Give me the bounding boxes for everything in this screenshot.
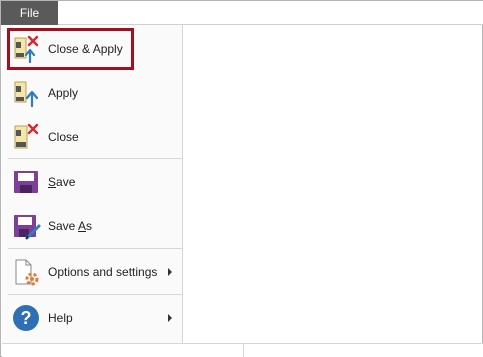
menu-item-save-as[interactable]: Save As bbox=[2, 205, 182, 247]
menu-item-save[interactable]: Save bbox=[2, 161, 182, 203]
close-label: Close bbox=[48, 130, 79, 144]
separator bbox=[8, 248, 182, 249]
svg-text:?: ? bbox=[21, 308, 32, 328]
save-as-label: Save As bbox=[48, 219, 92, 233]
options-settings-label: Options and settings bbox=[48, 265, 158, 279]
save-icon bbox=[14, 171, 38, 193]
menu-item-help[interactable]: ? Help bbox=[2, 297, 182, 339]
menu-item-options-settings[interactable]: Options and settings bbox=[2, 251, 182, 293]
help-icon: ? bbox=[13, 305, 39, 331]
menu-item-apply[interactable]: Apply bbox=[2, 72, 182, 114]
close-icon bbox=[14, 123, 39, 149]
options-settings-icon bbox=[15, 259, 39, 286]
title-bar: File bbox=[1, 1, 483, 25]
close-apply-highlight-box bbox=[7, 28, 134, 70]
separator bbox=[8, 294, 182, 295]
status-bar bbox=[2, 343, 483, 357]
save-label-rest: ave bbox=[56, 175, 76, 189]
submenu-arrow-icon bbox=[168, 314, 172, 322]
save-as-icon bbox=[14, 215, 41, 240]
help-label: Help bbox=[48, 311, 73, 325]
submenu-arrow-icon bbox=[168, 268, 172, 276]
file-tab-label: File bbox=[19, 6, 40, 20]
save-as-label-rest: s bbox=[86, 219, 93, 233]
menu-item-close[interactable]: Close bbox=[2, 116, 182, 158]
app-window: File Close & Apply Apply Close Save Save… bbox=[0, 0, 483, 357]
save-as-accelerator: A bbox=[78, 219, 87, 233]
save-label: Save bbox=[48, 175, 75, 189]
separator bbox=[8, 158, 182, 159]
apply-icon bbox=[14, 81, 39, 108]
status-divider bbox=[243, 344, 244, 357]
save-accelerator: S bbox=[48, 175, 57, 189]
apply-label: Apply bbox=[48, 86, 79, 100]
file-menu: Close & Apply Apply Close Save Save As O… bbox=[2, 25, 183, 343]
file-tab[interactable]: File bbox=[1, 1, 58, 25]
save-as-label-prefix: Save bbox=[48, 219, 79, 233]
